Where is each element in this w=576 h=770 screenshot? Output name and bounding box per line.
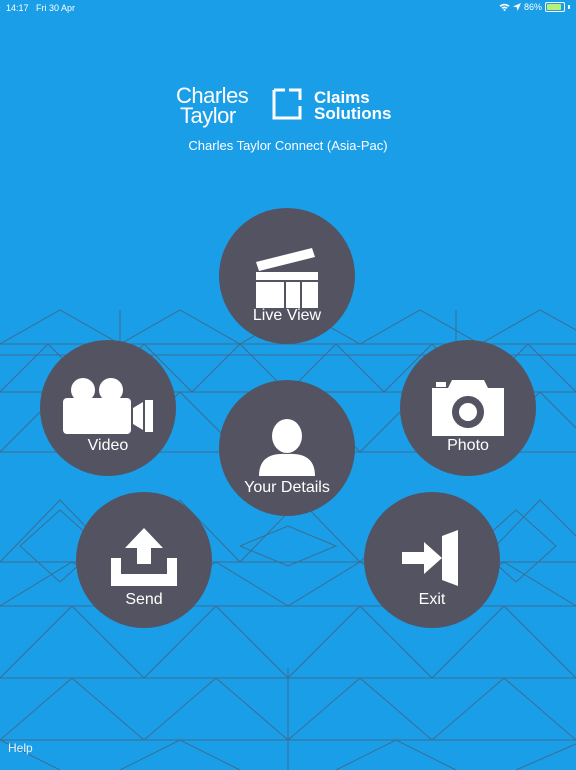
battery-percent: 86% (523, 2, 542, 12)
exit-door-icon (402, 530, 458, 586)
help-link[interactable]: Help (8, 741, 33, 755)
exit-button[interactable]: Exit (364, 492, 500, 628)
logo-bracket-icon (272, 88, 302, 120)
video-label: Video (87, 437, 129, 454)
video-button[interactable]: Video (40, 340, 176, 476)
status-right: 86% (499, 2, 570, 12)
app-subtitle: Charles Taylor Connect (Asia-Pac) (188, 138, 388, 153)
your-details-label: Your Details (244, 479, 330, 496)
exit-label: Exit (418, 591, 446, 608)
battery-fill (547, 4, 561, 10)
video-camera-icon (63, 378, 153, 434)
location-arrow-icon (512, 3, 521, 11)
logo-claims-solutions: Claims Solutions (314, 89, 392, 123)
send-button[interactable]: Send (76, 492, 212, 628)
clapperboard-icon (256, 248, 318, 308)
logo-right-line2: Solutions (314, 104, 392, 123)
live-view-button[interactable]: Live View (219, 208, 355, 344)
status-bar: 14:17 Fri 30 Apr 86% (0, 0, 576, 16)
wifi-icon (499, 3, 510, 11)
your-details-button[interactable]: Your Details (219, 380, 355, 516)
charles-taylor-logo: Charles Taylor Claims Solutions (0, 85, 576, 136)
status-date: Fri 30 Apr (36, 3, 76, 13)
photo-button[interactable]: Photo (400, 340, 536, 476)
upload-icon (111, 528, 177, 586)
photo-label: Photo (447, 437, 489, 454)
user-icon (259, 419, 315, 476)
status-time: 14:17 (6, 3, 29, 13)
logo-charles-taylor: Charles Taylor (176, 85, 249, 128)
logo-line2: Taylor (180, 103, 236, 128)
battery-charging-icon (545, 2, 565, 12)
battery-tip (568, 5, 570, 9)
camera-icon (432, 380, 504, 436)
send-label: Send (125, 591, 163, 608)
live-view-label: Live View (252, 307, 322, 324)
